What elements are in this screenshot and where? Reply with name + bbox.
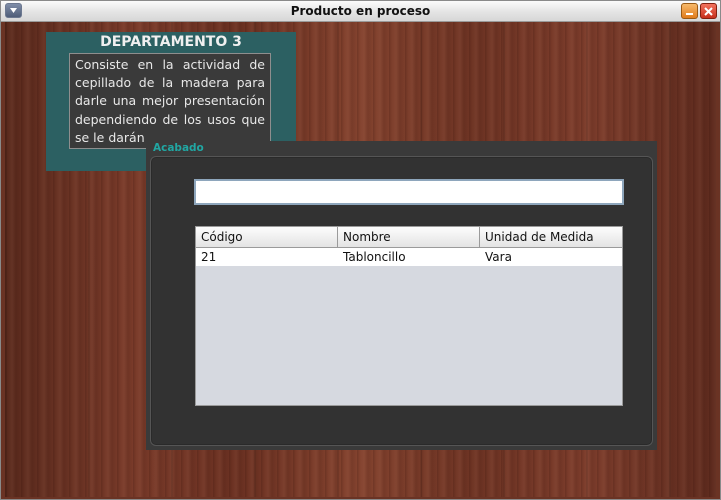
title-bar[interactable]: Producto en proceso [1, 1, 720, 22]
table-header: Código Nombre Unidad de Medida [196, 227, 622, 248]
column-header-unidad[interactable]: Unidad de Medida [480, 227, 622, 247]
close-button[interactable] [700, 3, 717, 19]
panel-title: Acabado [153, 142, 204, 154]
close-icon [704, 7, 713, 16]
window-title: Producto en proceso [290, 4, 431, 18]
column-header-nombre[interactable]: Nombre [338, 227, 480, 247]
minimize-button[interactable] [681, 3, 698, 19]
search-input[interactable] [194, 179, 624, 205]
table-row[interactable]: 21 Tabloncillo Vara [196, 248, 622, 266]
department-description: Consiste en la actividad de cepillado de… [69, 53, 271, 149]
cell-codigo: 21 [201, 250, 217, 264]
cell-nombre: Tabloncillo [343, 250, 406, 264]
cell-unidad: Vara [485, 250, 512, 264]
department-title: DEPARTAMENTO 3 [100, 34, 242, 50]
products-table[interactable]: Código Nombre Unidad de Medida 21 Tablon… [195, 226, 623, 406]
column-header-codigo[interactable]: Código [196, 227, 338, 247]
minimize-icon [686, 13, 693, 15]
